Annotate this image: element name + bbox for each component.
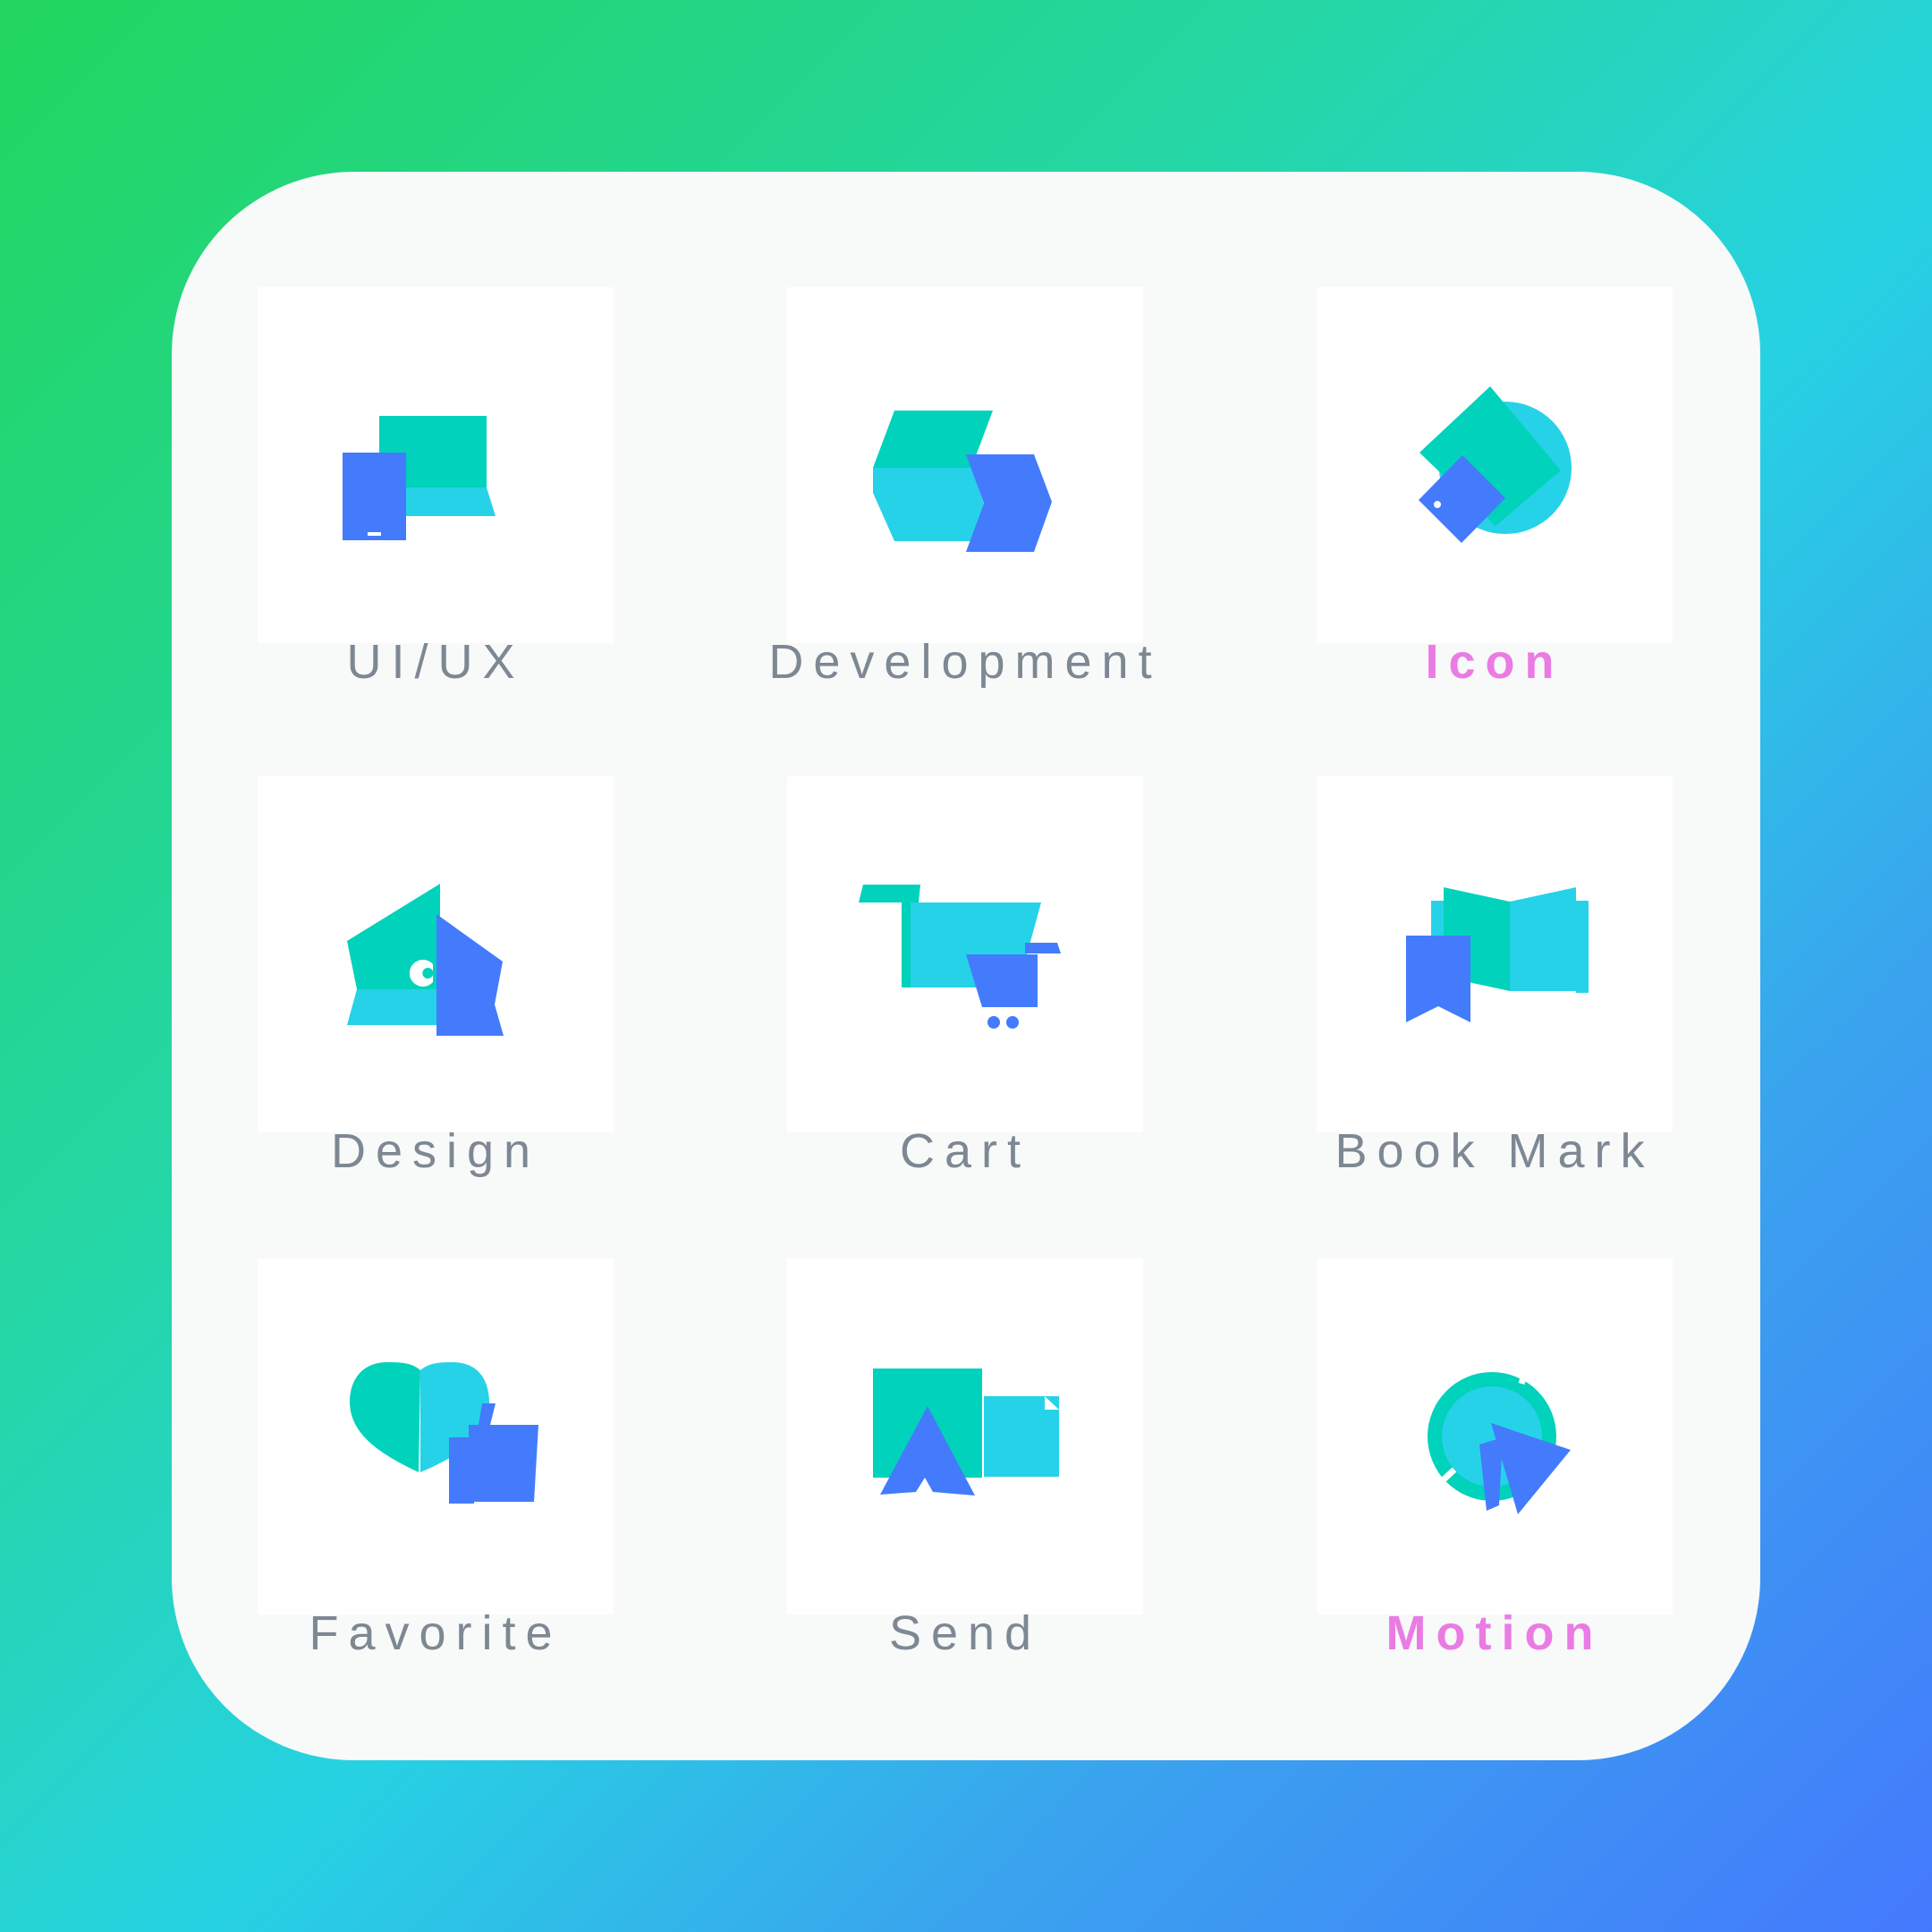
tile-icon[interactable]: Icon [1317,287,1673,689]
tile-motion[interactable]: Motion [1317,1258,1673,1660]
motion-icon [1428,1364,1571,1514]
tile-favorite[interactable]: Favorite [258,1258,614,1660]
design-icon [347,884,504,1036]
tile-label: Design [330,1124,541,1178]
tile-label: UI/UX [346,635,525,689]
ui-ux-icon [343,416,496,540]
tile-ui-ux[interactable]: UI/UX [258,287,614,689]
tile-label: Send [888,1606,1042,1660]
tile-bookmark[interactable]: Book Mark [1317,776,1673,1178]
tile-development[interactable]: Development [768,287,1152,689]
development-icon [873,411,1052,552]
tile-label: Motion [1385,1606,1604,1660]
tile-send[interactable]: Send [787,1258,1143,1660]
tile-cart[interactable]: Cart [787,776,1143,1178]
tile-label: Favorite [309,1606,563,1660]
send-icon [873,1368,1059,1496]
tile-label: Development [768,635,1162,689]
cart-icon [859,885,1061,1029]
tile-label: Book Mark [1335,1124,1655,1178]
icon-grid-panel: UI/UX Development Icon Design Cart Book … [172,172,1760,1760]
tile-label: Cart [899,1124,1030,1178]
favorite-icon [350,1362,538,1504]
tile-design[interactable]: Design [258,776,614,1178]
tile-label: Icon [1425,635,1564,689]
bookmark-icon [1406,887,1589,1022]
icon-icon [1419,386,1572,543]
